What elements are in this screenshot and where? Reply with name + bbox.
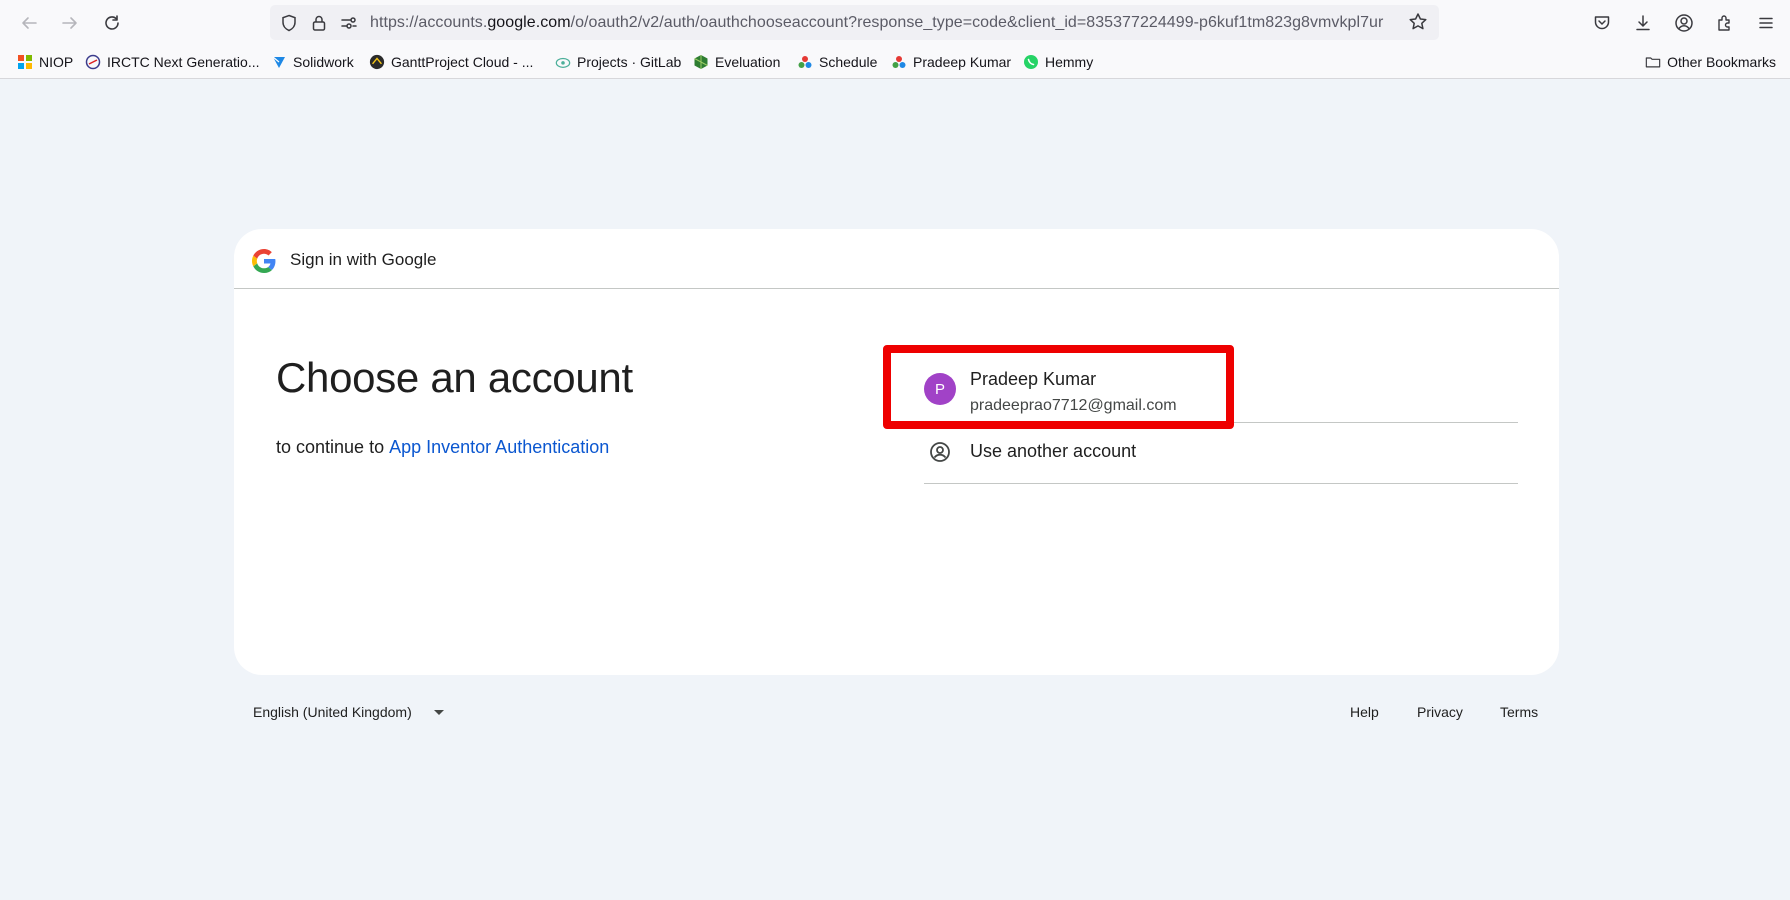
bookmark-label: GanttProject Cloud - ... [391, 54, 534, 70]
terms-link[interactable]: Terms [1500, 704, 1538, 720]
privacy-link[interactable]: Privacy [1417, 704, 1463, 720]
pradeep-favicon-icon [891, 54, 907, 70]
back-button[interactable] [15, 9, 43, 37]
dropdown-caret-icon [433, 709, 444, 715]
help-link[interactable]: Help [1350, 704, 1379, 720]
bookmark-label: Solidwork [293, 54, 354, 70]
account-item[interactable]: P Pradeep Kumar pradeeprao7712@gmail.com [924, 347, 1518, 423]
avatar: P [924, 373, 956, 405]
other-bookmarks-label: Other Bookmarks [1667, 54, 1776, 70]
bookmark-label: IRCTC Next Generatio... [107, 54, 260, 70]
page-title: Choose an account [276, 354, 633, 401]
bookmark-hemmy[interactable]: Hemmy [1023, 52, 1093, 72]
forward-arrow-icon [62, 17, 77, 29]
solidwork-favicon-icon [271, 54, 287, 70]
reload-icon [105, 15, 119, 30]
back-arrow-icon [22, 17, 37, 29]
url-text[interactable]: https://accounts.google.com/o/oauth2/v2/… [370, 14, 1400, 32]
eveluation-favicon-icon [693, 54, 709, 70]
language-selector[interactable]: English (United Kingdom) [253, 704, 444, 720]
url-prefix: https://accounts. [370, 13, 488, 31]
ganttproject-favicon-icon [369, 54, 385, 70]
reload-button[interactable] [98, 9, 126, 37]
google-logo-icon [252, 249, 276, 273]
folder-icon [1645, 54, 1661, 70]
language-label: English (United Kingdom) [253, 704, 412, 720]
niop-favicon-icon [17, 54, 33, 70]
irctc-favicon-icon [85, 54, 101, 70]
url-path: /o/oauth2/v2/auth/oauthchooseaccount?res… [570, 13, 1384, 31]
bookmark-label: Hemmy [1045, 54, 1094, 70]
bookmark-star-icon[interactable] [1407, 11, 1429, 33]
bookmark-label: Projects · GitLab [577, 54, 682, 70]
account-circle-icon [930, 442, 950, 462]
extensions-icon[interactable] [1711, 9, 1739, 37]
bookmark-label: Eveluation [715, 54, 781, 70]
lock-icon[interactable] [308, 12, 330, 34]
account-icon[interactable] [1670, 9, 1698, 37]
bookmark-irctc[interactable]: IRCTC Next Generatio... [85, 52, 260, 72]
bookmark-label: Pradeep Kumar [913, 54, 1012, 70]
sign-in-card: Sign in with Google Choose an account to… [234, 229, 1559, 675]
bookmark-schedule[interactable]: Schedule [797, 52, 877, 72]
bookmarks-bar: NIOP IRCTC Next Generatio... Solidwork G… [0, 46, 1790, 79]
shield-icon[interactable] [278, 12, 300, 34]
menu-icon[interactable] [1752, 9, 1780, 37]
bookmark-label: Schedule [819, 54, 878, 70]
gitlab-favicon-icon [555, 54, 571, 70]
whatsapp-favicon-icon [1023, 54, 1039, 70]
browser-toolbar: https://accounts.google.com/o/oauth2/v2/… [0, 0, 1790, 46]
pocket-icon[interactable] [1588, 9, 1616, 37]
bookmark-niop[interactable]: NIOP [17, 52, 73, 72]
bookmark-solidwork[interactable]: Solidwork [271, 52, 354, 72]
bookmark-label: NIOP [39, 54, 74, 70]
page-footer: English (United Kingdom) Help Privacy Te… [234, 700, 1559, 730]
bookmark-ganttproject[interactable]: GanttProject Cloud - ... [369, 52, 533, 72]
bookmark-pradeep-kumar[interactable]: Pradeep Kumar [891, 52, 1011, 72]
account-name: Pradeep Kumar [970, 369, 1097, 389]
card-header-title: Sign in with Google [290, 250, 437, 269]
page-subtitle: to continue to App Inventor Authenticati… [276, 437, 609, 458]
schedule-favicon-icon [797, 54, 813, 70]
bookmark-eveluation[interactable]: Eveluation [693, 52, 780, 72]
forward-button[interactable] [56, 9, 84, 37]
app-name-link[interactable]: App Inventor Authentication [389, 437, 609, 457]
use-another-account-button[interactable]: Use another account [924, 422, 1518, 484]
permissions-icon[interactable] [338, 12, 360, 34]
downloads-icon[interactable] [1629, 9, 1657, 37]
url-bar[interactable]: https://accounts.google.com/o/oauth2/v2/… [270, 5, 1439, 40]
other-bookmarks[interactable]: Other Bookmarks [1645, 52, 1776, 72]
url-host: google.com [487, 13, 571, 31]
toolbar-right-icons [1588, 9, 1780, 37]
use-another-account-label: Use another account [970, 441, 1137, 461]
card-header: Sign in with Google [234, 229, 1559, 289]
subtitle-prefix: to continue to [276, 437, 385, 457]
bookmark-gitlab[interactable]: Projects · GitLab [555, 52, 681, 72]
account-email: pradeeprao7712@gmail.com [970, 397, 1177, 414]
